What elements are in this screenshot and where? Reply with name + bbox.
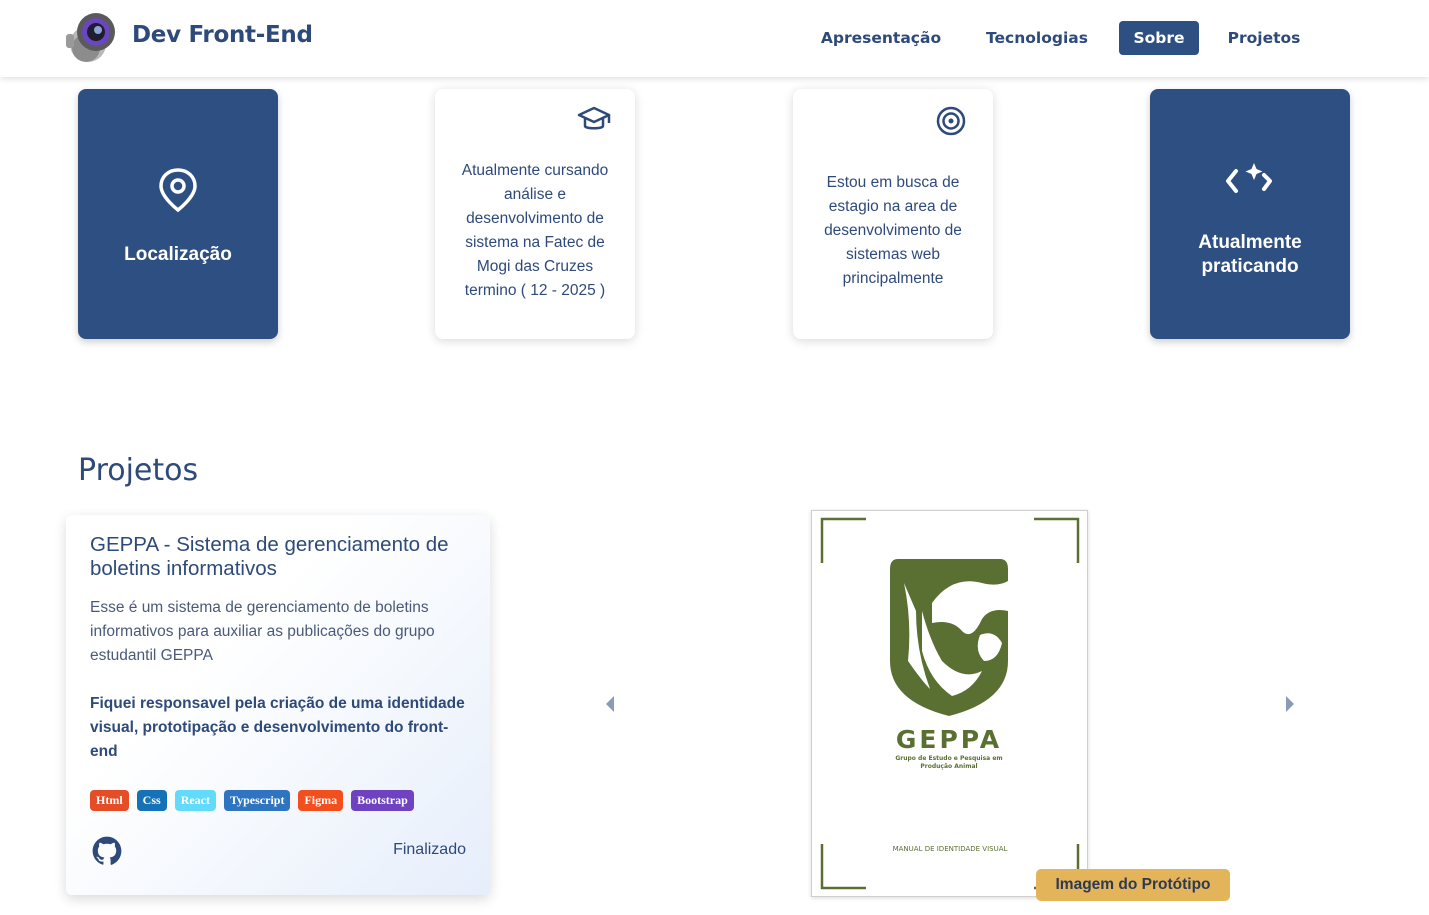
tag-figma: Figma (298, 790, 344, 811)
location-pin-icon (159, 168, 197, 213)
goal-text: Estou em busca de estagio na area de des… (824, 174, 962, 287)
geppa-logo-text: GEPPA (896, 725, 1002, 754)
tag-bootstrap: Bootstrap (351, 790, 414, 811)
education-card: Atualmente cursando análise e desenvolvi… (435, 89, 635, 339)
tag-css: Css (136, 790, 167, 811)
prototype-badge: Imagem do Protótipo (1036, 869, 1230, 901)
tech-tags: Html Css React Typescript Figma Bootstra… (90, 790, 414, 811)
brand-title[interactable]: Dev Front-End (132, 22, 313, 48)
project-card: GEPPA - Sistema de gerenciamento de bole… (66, 515, 490, 895)
geppa-subtitle-1: Grupo de Estudo e Pesquisa em (895, 755, 1002, 762)
card-title: Atualmente praticando (1198, 232, 1302, 277)
tag-typescript: Typescript (224, 790, 291, 811)
card-title: Localização (124, 244, 232, 265)
location-card[interactable]: Localização (78, 89, 278, 339)
carousel-prev-icon[interactable] (603, 692, 617, 716)
practicing-card[interactable]: Atualmente praticando (1150, 89, 1350, 339)
prototype-image[interactable]: GEPPA Grupo de Estudo e Pesquisa em Prod… (811, 510, 1088, 897)
graduation-cap-icon (577, 106, 611, 130)
github-icon[interactable] (92, 836, 122, 866)
nav-apresentacao[interactable]: Apresentação (812, 21, 950, 55)
project-status: Finalizado (393, 841, 466, 858)
astronaut-logo-icon[interactable] (64, 10, 120, 66)
nav-sobre[interactable]: Sobre (1119, 21, 1199, 55)
project-description: Esse é um sistema de gerenciamento de bo… (90, 599, 435, 664)
project-title: GEPPA - Sistema de gerenciamento de bole… (90, 533, 449, 580)
code-sparkle-icon (1226, 163, 1272, 193)
projects-heading: Projetos (78, 453, 199, 488)
target-icon (936, 106, 966, 136)
geppa-subtitle-2: Produção Animal (920, 763, 977, 770)
top-navbar: Dev Front-End Apresentação Tecnologias S… (0, 0, 1429, 77)
goal-card: Estou em busca de estagio na area de des… (793, 89, 993, 339)
manual-footer-text: MANUAL DE IDENTIDADE VISUAL (893, 845, 1008, 853)
geppa-manual-cover: GEPPA Grupo de Estudo e Pesquisa em Prod… (820, 517, 1080, 890)
education-text: Atualmente cursando análise e desenvolvi… (461, 162, 609, 299)
tag-react: React (174, 790, 217, 811)
tag-html: Html (90, 790, 129, 811)
carousel-next-icon[interactable] (1283, 692, 1297, 716)
project-responsibility: Fiquei responsavel pela criação de uma i… (90, 695, 465, 760)
nav-tecnologias[interactable]: Tecnologias (978, 21, 1096, 55)
nav-projetos[interactable]: Projetos (1222, 21, 1306, 55)
